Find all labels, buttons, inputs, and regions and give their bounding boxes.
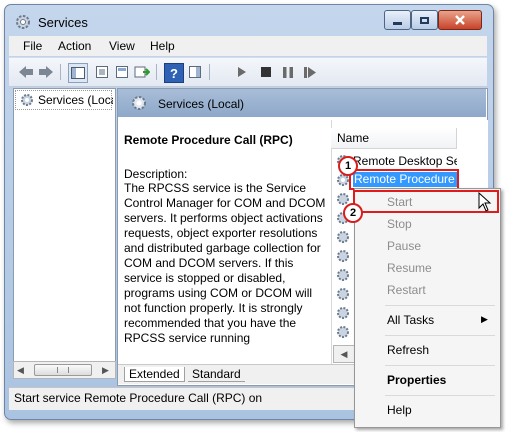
tree-item-services-local[interactable]: Services (Local [38, 93, 113, 107]
menu-separator [385, 395, 495, 396]
service-gear-icon [337, 326, 349, 338]
menu-item-start[interactable]: Start [387, 195, 412, 209]
menu-file[interactable]: File [23, 39, 42, 53]
description-label: Description: [124, 167, 188, 181]
mouse-cursor-icon [478, 192, 492, 212]
menu-item-pause[interactable]: Pause [387, 239, 421, 253]
menubar: File Action View Help [9, 36, 487, 56]
menu-action[interactable]: Action [58, 39, 91, 53]
close-icon [455, 15, 465, 25]
show-tree-icon[interactable] [68, 63, 88, 83]
service-gear-icon [337, 250, 349, 262]
show-action-pane-icon[interactable] [186, 63, 204, 81]
menu-separator [385, 365, 495, 366]
pause-icon[interactable] [279, 63, 297, 81]
close-button[interactable] [438, 10, 482, 30]
toolbar-separator [209, 64, 210, 80]
scroll-thumb[interactable] [34, 364, 92, 376]
play-icon[interactable] [233, 63, 251, 81]
forward-icon[interactable] [37, 63, 55, 81]
menu-help[interactable]: Help [150, 39, 175, 53]
column-name-label: Name [337, 131, 370, 145]
menu-separator [385, 335, 495, 336]
highlight-box-1 [349, 169, 459, 190]
menu-item-all-tasks[interactable]: All Tasks [387, 313, 434, 327]
menu-item-stop[interactable]: Stop [387, 217, 412, 231]
maximize-icon [420, 16, 429, 24]
main-title: Services (Local) [158, 97, 245, 111]
services-header-icon [132, 96, 146, 110]
properties-icon[interactable] [113, 63, 131, 81]
help-icon[interactable]: ? [164, 63, 184, 83]
description-text: The RPCSS service is the Service Control… [124, 181, 326, 345]
menu-item-resume[interactable]: Resume [387, 261, 432, 275]
restart-icon[interactable] [301, 63, 319, 81]
service-gear-icon [337, 307, 349, 319]
services-gear-icon [16, 15, 30, 29]
maximize-button[interactable] [411, 10, 438, 30]
menu-item-properties[interactable]: Properties [387, 373, 446, 387]
service-gear-icon [337, 269, 349, 281]
tab-extended[interactable]: Extended [124, 367, 185, 382]
service-title: Remote Procedure Call (RPC) [124, 133, 293, 147]
scroll-left-arrow-icon[interactable]: ◀ [17, 365, 24, 376]
minimize-button[interactable] [384, 10, 411, 30]
tab-standard[interactable]: Standard [188, 367, 245, 382]
context-menu [354, 188, 501, 428]
back-icon[interactable] [17, 63, 35, 81]
services-icon [21, 94, 33, 106]
tree-pane [13, 88, 116, 362]
toolbar-separator [156, 64, 157, 80]
list-scroll-left-icon[interactable]: ◀ [333, 345, 355, 363]
callout-2: 2 [343, 203, 363, 223]
submenu-arrow-icon: ▶ [481, 314, 488, 324]
menu-view[interactable]: View [109, 39, 135, 53]
status-text: Start service Remote Procedure Call (RPC… [14, 391, 263, 405]
toolbar: ? [9, 57, 487, 87]
tree-horizontal-scrollbar[interactable]: ◀ ▶ [13, 361, 116, 379]
list-item[interactable]: Remote Desktop Ser [353, 154, 457, 168]
menu-separator [385, 305, 495, 306]
service-gear-icon [337, 231, 349, 243]
refresh-icon[interactable] [133, 63, 151, 81]
window-title: Services [38, 15, 88, 30]
service-gear-icon [337, 288, 349, 300]
scroll-right-arrow-icon[interactable]: ▶ [102, 365, 109, 376]
minimize-icon [393, 21, 402, 25]
menu-item-refresh[interactable]: Refresh [387, 343, 429, 357]
menu-item-restart[interactable]: Restart [387, 283, 426, 297]
callout-1: 1 [338, 156, 358, 176]
toolbar-separator [60, 64, 61, 80]
export-list-icon[interactable] [93, 63, 111, 81]
stop-icon[interactable] [257, 63, 275, 81]
menu-item-help[interactable]: Help [387, 403, 412, 417]
